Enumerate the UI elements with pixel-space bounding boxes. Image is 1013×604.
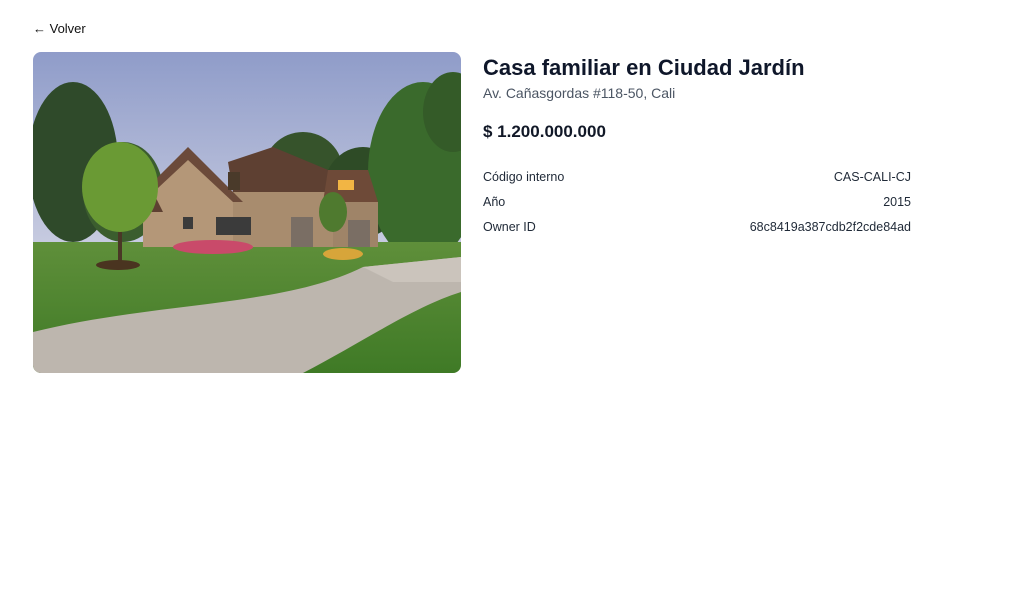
property-photo <box>33 52 461 373</box>
property-info: Casa familiar en Ciudad Jardín Av. Cañas… <box>483 55 911 239</box>
detail-value: 68c8419a387cdb2f2cde84ad <box>749 219 911 234</box>
detail-value: 2015 <box>883 194 911 209</box>
property-title: Casa familiar en Ciudad Jardín <box>483 55 805 80</box>
detail-row-internal-code: Código interno CAS-CALI-CJ <box>483 164 911 189</box>
detail-label: Año <box>483 194 506 209</box>
detail-row-year: Año 2015 <box>483 189 911 214</box>
detail-label: Código interno <box>483 169 565 184</box>
property-address: Av. Cañasgordas #118-50, Cali <box>483 85 676 101</box>
back-link[interactable]: ← Volver <box>33 21 86 36</box>
detail-label: Owner ID <box>483 219 536 234</box>
property-details: Código interno CAS-CALI-CJ Año 2015 Owne… <box>483 164 911 239</box>
detail-value: CAS-CALI-CJ <box>833 169 911 184</box>
property-price: $ 1.200.000.000 <box>483 122 606 141</box>
detail-row-owner-id: Owner ID 68c8419a387cdb2f2cde84ad <box>483 214 911 239</box>
